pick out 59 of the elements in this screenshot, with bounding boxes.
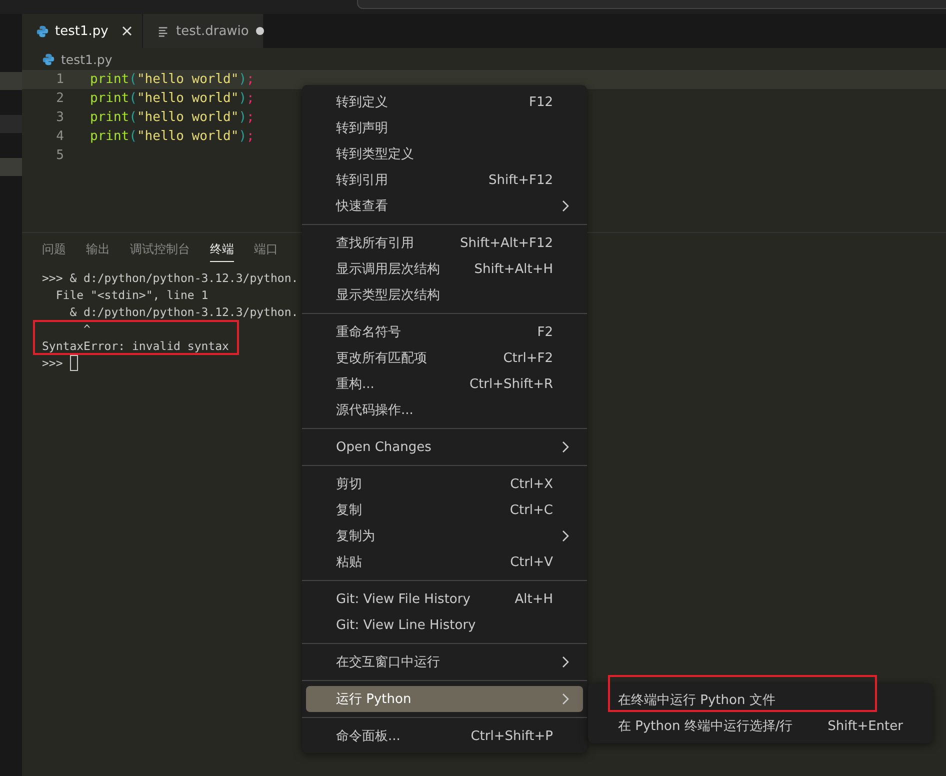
panel-tab[interactable]: 问题 — [42, 241, 66, 261]
sidebar-item[interactable] — [0, 72, 22, 90]
menu-item[interactable]: 转到引用 Shift+F12 — [306, 167, 583, 193]
menu-item[interactable]: Git: View File History Alt+H — [306, 586, 583, 612]
menu-item[interactable]: Git: View Line History — [306, 612, 583, 638]
menu-item[interactable]: 重构... Ctrl+Shift+R — [306, 371, 583, 397]
line-number: 4 — [55, 129, 64, 144]
close-icon[interactable] — [122, 26, 132, 36]
python-icon — [36, 24, 49, 38]
panel-tab[interactable]: 终端 — [210, 241, 234, 262]
panel-tab[interactable]: 输出 — [86, 241, 110, 261]
line-number: 1 — [55, 72, 64, 87]
menu-item[interactable]: 运行 Python — [306, 686, 583, 712]
menu-item[interactable]: 粘贴 Ctrl+V — [306, 549, 583, 575]
editor-tab[interactable]: test.drawio — [143, 14, 264, 48]
chevron-right-icon — [561, 693, 569, 705]
text-lines-icon — [157, 24, 170, 38]
menu-item[interactable]: 在 Python 终端中运行选择/行 Shift+Enter — [588, 713, 933, 739]
breadcrumb-item[interactable]: test1.py — [61, 52, 112, 66]
line-number: 2 — [55, 91, 64, 106]
menu-item[interactable]: 源代码操作... — [306, 397, 583, 423]
menu-item[interactable]: 显示调用层次结构 Shift+Alt+H — [306, 256, 583, 282]
menu-item[interactable]: 在终端中运行 Python 文件 — [588, 687, 933, 713]
chevron-right-icon — [561, 441, 569, 453]
menu-item[interactable]: 剪切 Ctrl+X — [306, 471, 583, 497]
menu-item[interactable]: 转到声明 — [306, 115, 583, 141]
terminal-line: ^ — [82, 322, 90, 336]
terminal-line: & d:/python/python-3.12.3/python. — [68, 304, 298, 318]
terminal-line: SyntaxError: invalid syntax — [42, 338, 229, 352]
line-number: 3 — [55, 110, 64, 125]
panel-tab[interactable]: 端口 — [254, 241, 278, 261]
menu-item[interactable]: 命令面板... Ctrl+Shift+P — [306, 723, 583, 749]
code-line: print("hello world"); — [90, 110, 254, 125]
menu-item[interactable]: 更改所有匹配项 Ctrl+F2 — [306, 345, 583, 371]
menu-item[interactable]: 转到类型定义 — [306, 141, 583, 167]
menu-item[interactable]: 在交互窗口中运行 — [306, 649, 583, 675]
code-line: print("hello world"); — [90, 91, 254, 106]
code-line: print("hello world"); — [90, 72, 254, 87]
python-icon — [42, 52, 55, 66]
menu-item[interactable]: 转到定义 F12 — [306, 89, 583, 115]
chevron-right-icon — [561, 200, 569, 212]
menu-item[interactable]: 重命名符号 F2 — [306, 319, 583, 345]
panel-tab[interactable]: 调试控制台 — [130, 241, 190, 261]
menu-item[interactable]: 复制为 — [306, 523, 583, 549]
editor-tab[interactable]: test1.py — [22, 14, 143, 48]
sidebar-item[interactable] — [0, 158, 22, 176]
menu-item[interactable]: 复制 Ctrl+C — [306, 497, 583, 523]
terminal-line: File "<stdin>", line 1 — [54, 288, 208, 302]
line-number: 5 — [55, 148, 64, 163]
menu-item[interactable]: 快速查看 — [306, 193, 583, 219]
menu-item[interactable]: 查找所有引用 Shift+Alt+F12 — [306, 230, 583, 256]
menu-item[interactable]: Open Changes — [306, 434, 583, 460]
chevron-right-icon — [561, 530, 569, 542]
unsaved-dot-icon — [254, 26, 265, 36]
menu-item[interactable]: 显示类型层次结构 — [306, 282, 583, 308]
code-line: print("hello world"); — [90, 129, 254, 144]
terminal-line: >>> — [42, 356, 64, 370]
terminal-line: >>> & d:/python/python-3.12.3/python. — [42, 270, 298, 284]
chevron-right-icon — [561, 656, 569, 668]
